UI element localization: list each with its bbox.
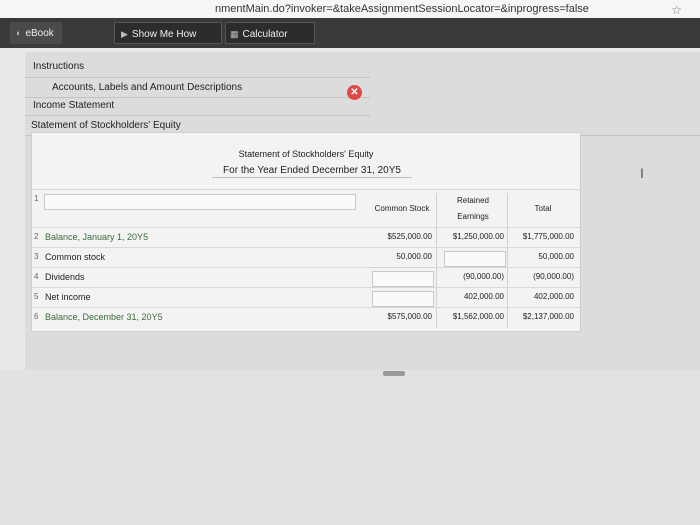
book-icon: ◐ xyxy=(16,28,22,38)
row-number: 1 xyxy=(34,194,39,203)
calculator-icon: ▦ xyxy=(230,29,239,39)
common-stock-cell[interactable]: $575,000.00 xyxy=(372,312,433,321)
show-me-how-button[interactable]: ▶ Show Me How xyxy=(114,22,222,44)
show-me-how-label: Show Me How xyxy=(131,29,197,40)
total-cell[interactable]: $2,137,000.00 xyxy=(512,312,574,321)
total-cell[interactable]: (90,000.00) xyxy=(512,272,574,281)
common-stock-input[interactable] xyxy=(372,271,434,287)
ebook-label: eBook xyxy=(25,28,54,39)
tab-stockholders-equity-label: Statement of Stockholders' Equity xyxy=(31,120,181,131)
lower-panel xyxy=(0,370,700,525)
table-row: 1 xyxy=(32,189,580,228)
table-row: 3 Common stock 50,000.00 50,000.00 xyxy=(32,247,580,268)
retained-earnings-cell[interactable]: (90,000.00) xyxy=(442,272,504,281)
label-input[interactable] xyxy=(44,194,356,210)
common-stock-input[interactable] xyxy=(372,291,434,307)
tab-income-statement[interactable]: Income Statement xyxy=(25,96,370,116)
text-cursor-icon: I xyxy=(640,165,644,181)
common-stock-cell[interactable]: 50,000.00 xyxy=(372,252,432,261)
common-stock-cell[interactable]: $525,000.00 xyxy=(372,232,433,241)
row-number: 6 xyxy=(34,312,39,321)
url-text: nmentMain.do?invoker=&takeAssignmentSess… xyxy=(215,3,589,15)
statement-worksheet: Statement of Stockholders' Equity For th… xyxy=(31,132,581,332)
row-label[interactable]: Net income xyxy=(45,292,91,302)
total-cell[interactable]: 402,000.00 xyxy=(512,292,574,301)
calculator-button[interactable]: ▦ Calculator xyxy=(225,22,315,44)
row-label[interactable]: Common stock xyxy=(45,252,105,262)
table-row: 5 Net income 402,000.00 402,000.00 xyxy=(32,287,580,308)
retained-earnings-cell[interactable]: $1,562,000.00 xyxy=(442,312,504,321)
row-number: 2 xyxy=(34,232,39,241)
calculator-label: Calculator xyxy=(242,29,288,40)
row-label[interactable]: Balance, January 1, 20Y5 xyxy=(45,232,148,242)
table-row: 6 Balance, December 31, 20Y5 $575,000.00… xyxy=(32,307,580,328)
resize-handle[interactable] xyxy=(383,371,405,376)
table-row: 2 Balance, January 1, 20Y5 $525,000.00 $… xyxy=(32,227,580,248)
tab-income-statement-label: Income Statement xyxy=(33,100,115,111)
browser-url-bar[interactable]: nmentMain.do?invoker=&takeAssignmentSess… xyxy=(0,0,700,20)
play-icon: ▶ xyxy=(121,29,128,39)
tab-instructions[interactable]: Instructions xyxy=(25,58,370,78)
retained-earnings-input[interactable] xyxy=(444,251,506,267)
row-number: 3 xyxy=(34,252,39,261)
divider xyxy=(212,177,412,178)
tab-instructions-label: Instructions xyxy=(33,61,85,72)
assignment-toolbar: ◐ eBook ▶ Show Me How ▦ Calculator xyxy=(0,18,700,48)
statement-period: For the Year Ended December 31, 20Y5 xyxy=(223,165,401,176)
statement-title: Statement of Stockholders' Equity xyxy=(238,149,374,159)
table-row: 4 Dividends (90,000.00) (90,000.00) xyxy=(32,267,580,288)
row-number: 5 xyxy=(34,292,39,301)
total-cell[interactable]: 50,000.00 xyxy=(512,252,574,261)
row-number: 4 xyxy=(34,272,39,281)
retained-earnings-cell[interactable]: $1,250,000.00 xyxy=(442,232,504,241)
tab-accounts-label: Accounts, Labels and Amount Descriptions xyxy=(52,82,243,93)
row-label[interactable]: Balance, December 31, 20Y5 xyxy=(45,312,163,322)
tab-accounts[interactable]: Accounts, Labels and Amount Descriptions xyxy=(25,78,370,98)
retained-earnings-cell[interactable]: 402,000.00 xyxy=(442,292,504,301)
ebook-button[interactable]: ◐ eBook xyxy=(10,22,62,44)
row-label[interactable]: Dividends xyxy=(45,272,85,282)
star-icon[interactable]: ☆ xyxy=(671,3,682,17)
total-cell[interactable]: $1,775,000.00 xyxy=(512,232,574,241)
